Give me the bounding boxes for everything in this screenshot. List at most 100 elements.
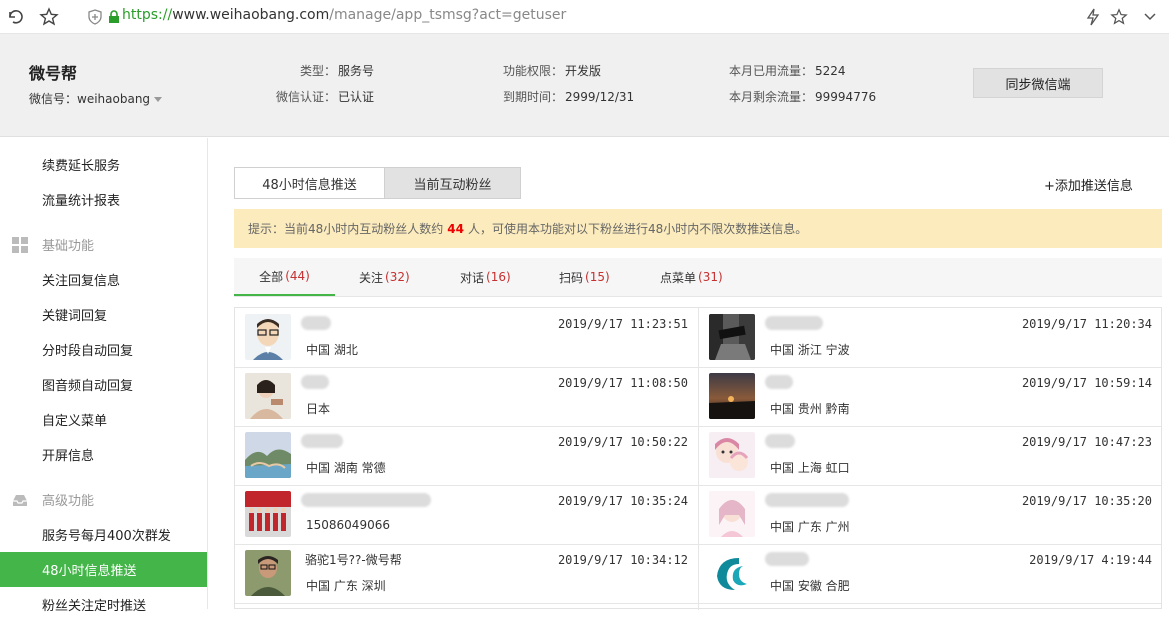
- sidebar: 续费延长服务 流量统计报表 基础功能 关注回复信息 关键词回复 分时段自动回复 …: [0, 138, 208, 614]
- filter-label: 全部: [259, 269, 284, 284]
- bookmark-star-icon[interactable]: [38, 6, 60, 28]
- avatar: [709, 491, 755, 537]
- nickname-blurred: [765, 316, 823, 330]
- sidebar-item-renew[interactable]: 续费延长服务: [0, 147, 207, 182]
- sidebar-item-48h-push[interactable]: 48小时信息推送: [0, 552, 207, 587]
- avatar: [709, 373, 755, 419]
- avatar: [245, 373, 291, 419]
- fan-time: 2019/9/17 10:35:20: [1021, 494, 1152, 508]
- left-value: 99994776: [815, 90, 877, 104]
- fan-card[interactable]: 中国 上海 虹口 2019/9/17 10:47:23: [699, 426, 1162, 485]
- filter-tab-all[interactable]: 全部 (44): [234, 258, 335, 296]
- wechat-id-label: 微信号：: [29, 92, 78, 106]
- account-permission: 功能权限： 开发版: [503, 62, 601, 79]
- traffic-used: 本月已用流量： 5224: [729, 62, 846, 79]
- avatar: [245, 314, 291, 360]
- filter-count: (15): [585, 270, 610, 284]
- grid-divider: [235, 603, 1161, 604]
- sidebar-item-traffic-report[interactable]: 流量统计报表: [0, 182, 207, 217]
- fan-time: 2019/9/17 10:34:12: [557, 553, 688, 567]
- sidebar-group-advanced: 高级功能: [0, 482, 207, 517]
- fan-card[interactable]: 中国 安徽 合肥 2019/9/17 4:19:44: [699, 544, 1162, 603]
- filter-count: (32): [385, 270, 410, 284]
- filter-tab-follow[interactable]: 关注 (32): [359, 258, 410, 296]
- fan-card[interactable]: 骆驼1号??-微号帮 中国 广东 深圳 2019/9/17 10:34:12: [235, 544, 698, 603]
- sidebar-group-basic: 基础功能: [0, 227, 207, 262]
- wechat-id-selector[interactable]: 微信号：weihaobang: [29, 90, 163, 107]
- browser-toolbar: https://www.weihaobang.com/manage/app_ts…: [0, 0, 1169, 34]
- fan-location: 中国 湖南 常德: [306, 461, 386, 475]
- fan-location: 中国 上海 虹口: [770, 461, 850, 475]
- sidebar-item-media-reply[interactable]: 图音频自动回复: [0, 367, 207, 402]
- sidebar-item-mass-send[interactable]: 服务号每月400次群发: [0, 517, 207, 552]
- sidebar-group-label: 基础功能: [42, 239, 95, 254]
- traffic-left: 本月剩余流量： 99994776: [729, 88, 876, 105]
- filter-count: (31): [698, 270, 723, 284]
- filter-tab-menu[interactable]: 点菜单 (31): [660, 258, 723, 296]
- url-host: www.weihaobang.com: [172, 7, 330, 23]
- favorite-star-icon[interactable]: [1108, 6, 1130, 28]
- fan-card[interactable]: 中国 浙江 宁波 2019/9/17 11:20:34: [699, 308, 1162, 367]
- filter-label: 对话: [460, 270, 485, 285]
- filter-label: 关注: [359, 270, 384, 285]
- fan-time: 2019/9/17 11:20:34: [1021, 317, 1152, 331]
- url-path: /manage/app_tsmsg?act=getuser: [329, 7, 567, 23]
- sidebar-item-keyword-reply[interactable]: 关键词回复: [0, 297, 207, 332]
- type-value: 服务号: [338, 64, 375, 78]
- account-name: 微号帮: [29, 64, 78, 83]
- filter-count: (16): [486, 270, 511, 284]
- fan-location: 15086049066: [306, 518, 390, 532]
- filter-tab-chat[interactable]: 对话 (16): [460, 258, 511, 296]
- perm-value: 开发版: [565, 64, 602, 78]
- sidebar-item-follow-reply[interactable]: 关注回复信息: [0, 262, 207, 297]
- avatar: [245, 432, 291, 478]
- fan-location: 日本: [306, 402, 331, 416]
- fan-time: 2019/9/17 10:47:23: [1021, 435, 1152, 449]
- nickname-blurred: [765, 375, 793, 389]
- notice-suffix: 人，可使用本功能对以下粉丝进行48小时内不限次数推送信息。: [467, 222, 808, 236]
- fan-card[interactable]: 中国 贵州 黔南 2019/9/17 10:59:14: [699, 367, 1162, 426]
- account-header: 微号帮 微信号：weihaobang 类型： 服务号 微信认证： 已认证 功能权限：…: [0, 34, 1169, 137]
- fan-time: 2019/9/17 11:08:50: [557, 376, 688, 390]
- avatar: [709, 314, 755, 360]
- fan-time: 2019/9/17 11:23:51: [557, 317, 688, 331]
- nickname-blurred: [301, 493, 431, 507]
- sidebar-item-splash[interactable]: 开屏信息: [0, 437, 207, 472]
- wechat-id: weihaobang: [77, 92, 151, 106]
- fan-card[interactable]: 15086049066 2019/9/17 10:35:24: [235, 485, 698, 544]
- left-label: 本月剩余流量：: [729, 90, 814, 104]
- back-icon[interactable]: [4, 6, 26, 28]
- sidebar-item-custom-menu[interactable]: 自定义菜单: [0, 402, 207, 437]
- expire-label: 到期时间：: [503, 90, 564, 104]
- fan-time: 2019/9/17 4:19:44: [1029, 553, 1152, 567]
- fan-location: 中国 贵州 黔南: [770, 402, 850, 416]
- fan-grid: 中国 湖北 2019/9/17 11:23:51 中国 浙江 宁波 2019/9…: [234, 307, 1162, 610]
- address-bar[interactable]: https://www.weihaobang.com/manage/app_ts…: [122, 7, 566, 23]
- account-type: 类型： 服务号: [300, 62, 374, 79]
- tab-48h-push[interactable]: 48小时信息推送: [234, 167, 385, 199]
- filter-tab-scan[interactable]: 扫码 (15): [559, 258, 610, 296]
- account-verify: 微信认证： 已认证: [276, 88, 374, 105]
- fan-card[interactable]: 中国 湖北 2019/9/17 11:23:51: [235, 308, 698, 367]
- notice-banner: 提示：当前48小时内互动粉丝人数约 44 人，可使用本功能对以下粉丝进行48小时内不…: [234, 209, 1162, 248]
- sidebar-item-follow-timed-push[interactable]: 粉丝关注定时推送: [0, 587, 207, 622]
- filter-tabs: 全部 (44) 关注 (32) 对话 (16) 扫码 (15) 点菜单 (31): [234, 258, 1162, 297]
- sync-wechat-button[interactable]: 同步微信端: [973, 68, 1103, 98]
- fan-location: 中国 湖北: [306, 343, 358, 357]
- nickname-blurred: [301, 375, 329, 389]
- fan-card[interactable]: 中国 广东 广州 2019/9/17 10:35:20: [699, 485, 1162, 544]
- sidebar-item-timed-reply[interactable]: 分时段自动回复: [0, 332, 207, 367]
- fan-card[interactable]: 日本 2019/9/17 11:08:50: [235, 367, 698, 426]
- lightning-icon[interactable]: [1082, 6, 1104, 28]
- chevron-down-icon[interactable]: [1139, 6, 1161, 28]
- filter-label: 点菜单: [660, 270, 697, 285]
- tab-active-fans[interactable]: 当前互动粉丝: [385, 167, 521, 199]
- nickname-blurred: [765, 552, 809, 566]
- add-push-link[interactable]: +添加推送信息: [1044, 175, 1133, 194]
- caret-down-icon: [154, 97, 163, 102]
- nickname-blurred: [301, 316, 331, 330]
- nickname-blurred: [765, 434, 795, 448]
- fan-location: 中国 安徽 合肥: [770, 579, 850, 593]
- fan-card[interactable]: 中国 湖南 常德 2019/9/17 10:50:22: [235, 426, 698, 485]
- fan-time: 2019/9/17 10:35:24: [557, 494, 688, 508]
